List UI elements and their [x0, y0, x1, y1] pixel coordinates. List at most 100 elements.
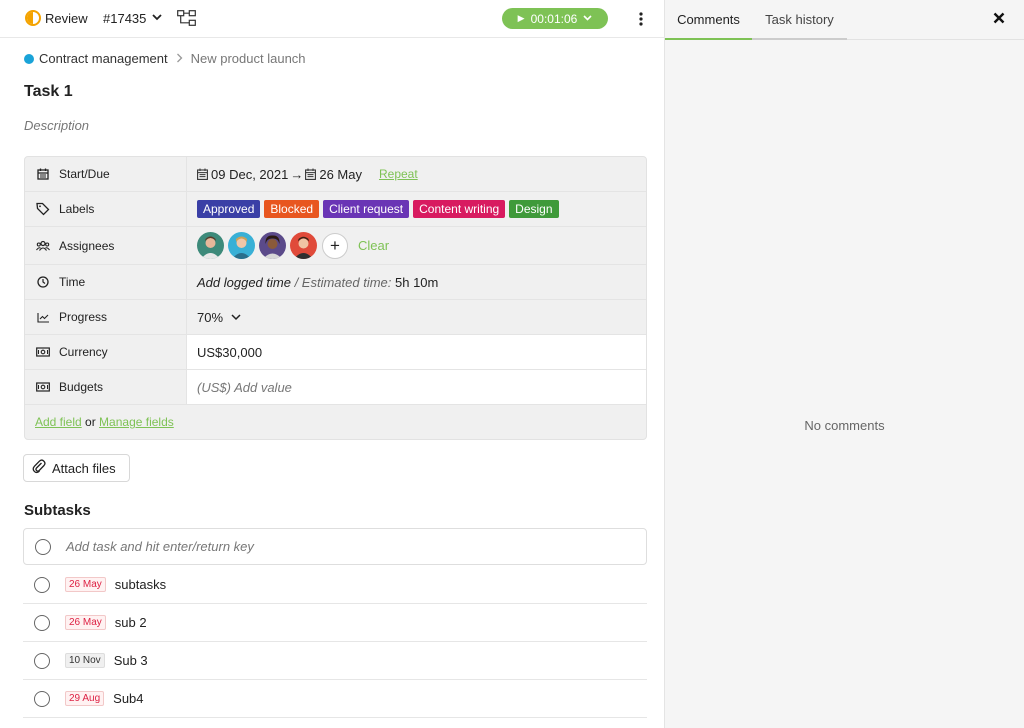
- add-subtask-placeholder: Add task and hit enter/return key: [66, 539, 254, 554]
- progress-value: 70%: [197, 309, 224, 325]
- subtask-row[interactable]: 10 Nov Sub 3: [23, 642, 647, 680]
- subtask-row[interactable]: 26 May subtasks: [23, 566, 647, 604]
- budgets-input[interactable]: (US$) Add value: [187, 370, 646, 404]
- field-label: Currency: [25, 335, 187, 369]
- complete-checkbox-icon[interactable]: [34, 690, 50, 707]
- clear-assignees-link[interactable]: Clear: [358, 238, 389, 253]
- breadcrumb-parent[interactable]: Contract management: [39, 51, 168, 66]
- money-icon: [36, 345, 50, 359]
- timer-button[interactable]: ▶ 00:01:06: [502, 8, 608, 29]
- complete-checkbox-icon[interactable]: [34, 614, 50, 631]
- field-row-assignees: Assignees + Clear: [25, 227, 646, 265]
- task-id[interactable]: #17435: [103, 11, 146, 26]
- complete-checkbox-icon[interactable]: [34, 576, 50, 593]
- field-row-currency: Currency US$30,000: [25, 335, 646, 370]
- status-half-circle-icon[interactable]: [25, 10, 41, 26]
- field-row-time: Time Add logged time / Estimated time: 5…: [25, 265, 646, 300]
- close-icon[interactable]: [993, 11, 1005, 28]
- more-options-icon[interactable]: [636, 10, 646, 28]
- paperclip-icon: [32, 459, 46, 477]
- subtask-name[interactable]: Sub 3: [114, 653, 148, 668]
- start-date[interactable]: 09 Dec, 2021: [211, 167, 288, 182]
- avatar[interactable]: [259, 232, 286, 259]
- subtask-row[interactable]: 29 Aug Sub4: [23, 680, 647, 718]
- add-logged-time-link[interactable]: Add logged time: [197, 275, 291, 290]
- estimated-time-value[interactable]: 5h 10m: [395, 275, 438, 290]
- task-detail-pane: Review #17435 ▶ 00:01:06 Contract manage…: [0, 0, 665, 728]
- subtask-name[interactable]: subtasks: [115, 577, 166, 592]
- or-text: or: [81, 415, 100, 429]
- timer-value: 00:01:06: [530, 11, 578, 26]
- people-icon: [36, 239, 50, 253]
- label-tag[interactable]: Approved: [197, 200, 261, 218]
- subtask-due-badge: 26 May: [65, 577, 106, 592]
- subtask-due-badge: 29 Aug: [65, 691, 105, 706]
- complete-checkbox-icon[interactable]: [34, 652, 50, 669]
- subtask-row[interactable]: 26 May sub 2: [23, 604, 647, 642]
- chevron-down-icon[interactable]: [152, 10, 162, 27]
- hierarchy-icon[interactable]: [177, 10, 196, 27]
- assignees-value: + Clear: [187, 227, 646, 264]
- label-tag[interactable]: Client request: [323, 200, 410, 218]
- description-field[interactable]: Description: [24, 118, 89, 133]
- empty-comments-message: No comments: [804, 418, 885, 433]
- subtask-due-badge: 10 Nov: [65, 653, 105, 668]
- checkbox-circle-icon: [35, 538, 51, 555]
- estimated-time-label: / Estimated time:: [290, 274, 395, 290]
- task-toolbar: Review #17435 ▶ 00:01:06: [0, 0, 665, 38]
- repeat-link[interactable]: Repeat: [379, 167, 418, 181]
- field-label: Start/Due: [25, 157, 187, 191]
- labels-value[interactable]: Approved Blocked Client request Content wri…: [187, 192, 646, 226]
- field-label: Assignees: [25, 227, 187, 264]
- tab-comments[interactable]: Comments: [665, 0, 752, 40]
- play-icon: ▶: [517, 13, 525, 23]
- add-subtask-input[interactable]: Add task and hit enter/return key: [23, 528, 647, 565]
- breadcrumb-current[interactable]: New product launch: [191, 51, 306, 66]
- label-tag[interactable]: Content writing: [413, 200, 506, 218]
- start-due-value[interactable]: 09 Dec, 2021 → 26 May Repeat: [187, 157, 646, 191]
- field-row-start-due: Start/Due 09 Dec, 2021 → 26 May Repeat: [25, 157, 646, 192]
- add-field-link[interactable]: Add field: [35, 415, 82, 429]
- chevron-right-icon: [176, 52, 183, 66]
- chevron-down-icon: [583, 13, 592, 24]
- attach-files-button[interactable]: Attach files: [23, 454, 130, 482]
- add-assignee-button[interactable]: +: [322, 232, 348, 259]
- arrow-right-icon: →: [290, 166, 304, 182]
- field-row-progress: Progress 70%: [25, 300, 646, 335]
- progress-dropdown[interactable]: 70%: [187, 300, 646, 334]
- calendar-icon: [36, 167, 50, 181]
- field-row-labels: Labels Approved Blocked Client request Cont…: [25, 192, 646, 227]
- subtask-name[interactable]: Sub4: [113, 691, 143, 706]
- breadcrumb: Contract management New product launch: [24, 51, 306, 66]
- field-row-budgets: Budgets (US$) Add value: [25, 370, 646, 405]
- custom-fields-table: Start/Due 09 Dec, 2021 → 26 May Repeat L…: [24, 156, 647, 440]
- task-title[interactable]: Task 1: [24, 83, 73, 101]
- trend-chart-icon: [36, 310, 50, 324]
- time-value: Add logged time / Estimated time: 5h 10m: [187, 265, 646, 299]
- chevron-down-icon: [231, 313, 241, 321]
- subtask-list: 26 May subtasks 26 May sub 2 10 Nov Sub 3 29 A…: [23, 566, 647, 718]
- avatar[interactable]: [197, 232, 224, 259]
- avatar[interactable]: [290, 232, 317, 259]
- fields-footer: Add field or Manage fields: [25, 405, 646, 439]
- status-label[interactable]: Review: [45, 11, 88, 26]
- label-tag[interactable]: Design: [509, 200, 559, 218]
- subtask-name[interactable]: sub 2: [115, 615, 147, 630]
- calendar-icon: [197, 168, 208, 180]
- subtask-due-badge: 26 May: [65, 615, 106, 630]
- clock-icon: [36, 275, 50, 289]
- sidebar-tabs: Comments Task history: [665, 0, 1024, 40]
- field-label: Budgets: [25, 370, 187, 404]
- label-tag[interactable]: Blocked: [264, 200, 320, 218]
- money-icon: [36, 380, 50, 394]
- tab-task-history[interactable]: Task history: [752, 0, 847, 40]
- manage-fields-link[interactable]: Manage fields: [99, 415, 174, 429]
- project-color-dot: [24, 53, 34, 64]
- fields-footer-links: Add field or Manage fields: [25, 405, 646, 439]
- field-label: Labels: [25, 192, 187, 226]
- avatar[interactable]: [228, 232, 255, 259]
- comments-pane: Comments Task history No comments: [665, 0, 1024, 728]
- currency-value[interactable]: US$30,000: [187, 335, 646, 369]
- field-label: Progress: [25, 300, 187, 334]
- due-date[interactable]: 26 May: [319, 167, 362, 182]
